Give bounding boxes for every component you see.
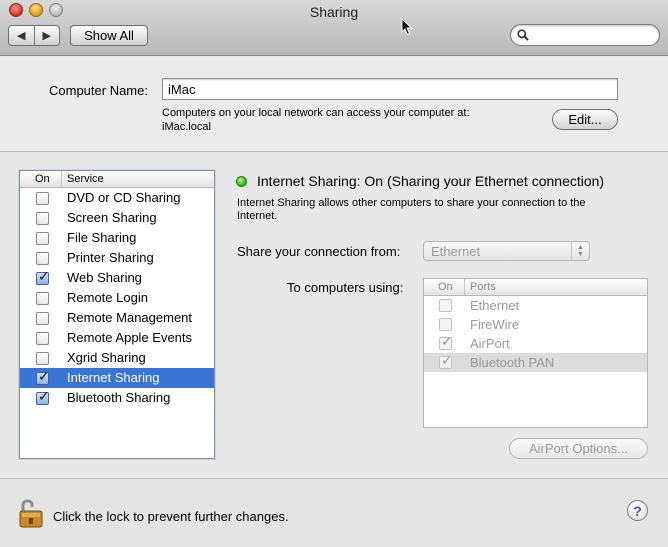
column-separator [464,279,465,295]
service-checkbox[interactable]: ✓ [36,368,50,385]
service-checkbox[interactable]: ✓ [36,388,50,405]
search-icon [517,29,529,41]
back-forward-control: ◀ ▶ [8,25,60,46]
lock-icon[interactable] [18,496,46,530]
address-description-text: Computers on your local network can acce… [162,107,470,119]
airport-options-button[interactable]: AirPort Options... [509,438,648,459]
search-input[interactable] [533,27,653,43]
service-label: Remote Login [67,290,148,305]
port-checkbox[interactable] [439,299,452,312]
service-checkbox[interactable] [36,332,49,345]
edit-button[interactable]: Edit... [552,109,618,130]
popup-arrows-icon: ▲ ▼ [571,242,589,260]
help-icon: ? [633,502,642,519]
share-from-label: Share your connection from: [237,244,401,259]
sharing-description: Internet Sharing allows other computers … [237,197,637,223]
port-row[interactable]: Ethernet [424,296,647,315]
checkmark-icon: ✓ [38,388,50,404]
service-label: File Sharing [67,230,137,245]
computer-name-section [0,57,668,152]
port-label: Ethernet [470,298,520,313]
service-label: Remote Apple Events [67,330,193,345]
service-checkbox[interactable] [36,232,49,245]
forward-arrow-icon: ▶ [42,30,51,42]
service-label: Web Sharing [67,270,142,285]
service-label: Xgrid Sharing [67,350,146,365]
checkmark-icon: ✓ [38,368,50,384]
service-row[interactable]: Remote Apple Events [20,328,214,348]
mouse-cursor-icon [401,18,413,36]
service-row[interactable]: Remote Login [20,288,214,308]
computer-address-description: Computers on your local network can acce… [162,106,470,134]
checkmark-icon: ✓ [38,268,50,284]
service-row[interactable]: Remote Management [20,308,214,328]
help-button[interactable]: ? [627,500,648,521]
to-computers-label: To computers using: [287,280,404,295]
column-header-on[interactable]: On [35,173,50,185]
service-row[interactable]: ✓ Bluetooth Sharing [20,388,214,408]
service-checkbox[interactable] [36,252,49,265]
services-list[interactable]: On Service DVD or CD Sharing Screen Shari… [19,170,215,459]
forward-button[interactable]: ▶ [33,26,60,45]
service-row[interactable]: Screen Sharing [20,208,214,228]
port-row[interactable]: ✓ AirPort [424,334,647,353]
port-checkbox[interactable] [439,318,452,331]
service-row[interactable]: ✓ Internet Sharing [20,368,214,388]
computer-name-label: Computer Name: [49,83,148,98]
service-label: Screen Sharing [67,210,157,225]
window-titlebar: Sharing ◀ ▶ Show All [0,0,668,56]
service-label: DVD or CD Sharing [67,190,181,205]
service-checkbox[interactable] [36,312,49,325]
service-row[interactable]: DVD or CD Sharing [20,188,214,208]
checkmark-icon: ✓ [441,352,453,368]
column-header-service[interactable]: Service [67,173,104,185]
port-label: FireWire [470,317,520,332]
service-label: Bluetooth Sharing [67,390,171,405]
service-checkbox[interactable] [36,352,49,365]
port-checkbox[interactable]: ✓ [439,352,453,369]
share-from-popup[interactable]: Ethernet ▲ ▼ [423,241,590,261]
ports-list-header: On Ports [424,279,647,296]
service-row[interactable]: Printer Sharing [20,248,214,268]
service-checkbox[interactable] [36,192,49,205]
sharing-description-line: Internet. [237,210,278,222]
service-rows: DVD or CD Sharing Screen Sharing File Shar… [20,188,214,408]
port-label: AirPort [470,336,510,351]
services-list-header: On Service [20,171,214,188]
share-from-value: Ethernet [431,244,481,259]
port-row[interactable]: FireWire [424,315,647,334]
local-hostname: iMac.local [162,121,211,133]
back-button[interactable]: ◀ [9,26,34,45]
service-label: Printer Sharing [67,250,154,265]
show-all-button[interactable]: Show All [70,25,148,46]
computer-name-field[interactable]: iMac [162,78,618,100]
service-checkbox[interactable] [36,212,49,225]
status-indicator-icon [236,176,247,187]
service-row[interactable]: Xgrid Sharing [20,348,214,368]
checkmark-icon: ✓ [441,333,453,349]
back-arrow-icon: ◀ [17,30,26,42]
sharing-status-text: Internet Sharing: On (Sharing your Ether… [257,173,605,189]
service-checkbox[interactable]: ✓ [36,268,50,285]
ports-column-header-on: On [438,281,453,293]
service-label: Remote Management [67,310,193,325]
service-label: Internet Sharing [67,370,160,385]
ports-list[interactable]: On Ports Ethernet FireWire ✓ AirPort ✓ Blueto… [423,278,648,428]
port-rows: Ethernet FireWire ✓ AirPort ✓ Bluetooth PAN [424,296,647,372]
window-title: Sharing [309,4,359,20]
port-checkbox[interactable]: ✓ [439,333,453,350]
lock-status-text: Click the lock to prevent further change… [53,509,289,524]
ports-column-header-ports: Ports [470,281,496,293]
port-label: Bluetooth PAN [470,355,555,370]
service-row[interactable]: ✓ Web Sharing [20,268,214,288]
port-row[interactable]: ✓ Bluetooth PAN [424,353,647,372]
sharing-description-line: Internet Sharing allows other computers … [237,197,586,209]
service-row[interactable]: File Sharing [20,228,214,248]
service-checkbox[interactable] [36,292,49,305]
column-separator [61,171,62,187]
search-field[interactable] [510,24,660,46]
